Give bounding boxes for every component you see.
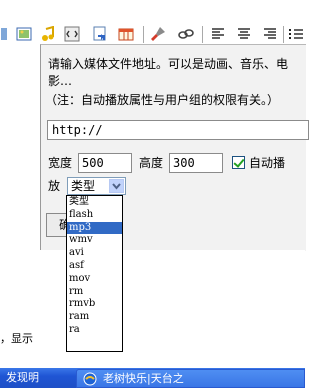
autoplay-label: 自动播 — [249, 156, 286, 170]
height-input[interactable]: 300 — [169, 153, 223, 173]
align-left-icon[interactable] — [210, 26, 226, 42]
media-prompt: 请输入媒体文件地址。可以是动画、音乐、电 — [48, 57, 289, 71]
media-type-select[interactable]: 类型 — [67, 177, 126, 195]
align-right-icon[interactable] — [262, 26, 278, 42]
taskbar-window-title: 老树快乐|天台之 — [103, 372, 184, 385]
page-text: ，显示 — [0, 332, 33, 345]
autoplay-checkbox[interactable] — [232, 156, 245, 169]
taskbar-label[interactable]: 发现明 — [6, 371, 39, 385]
dropdown-option[interactable]: ram — [67, 311, 122, 324]
dropdown-option-selected[interactable]: mp3 — [67, 221, 122, 235]
media-url-input[interactable]: http:// — [47, 120, 309, 140]
partial-icon[interactable] — [1, 26, 17, 42]
paint-icon[interactable] — [150, 26, 166, 42]
dropdown-option[interactable]: mov — [67, 273, 122, 286]
width-label: 宽度 — [48, 156, 73, 170]
autoplay-note: （注：自动播放属性与用户组的权限有关。） — [45, 93, 280, 107]
dropdown-option[interactable]: asf — [67, 260, 122, 273]
table-icon[interactable] — [118, 26, 134, 42]
toolbar-separator — [143, 26, 144, 43]
width-input[interactable]: 500 — [78, 153, 132, 173]
taskbar: 发现明 老树快乐|天台之 — [0, 368, 305, 388]
page-content — [0, 250, 305, 332]
editor-toolbar — [0, 0, 305, 45]
dropdown-option[interactable]: rm — [67, 286, 122, 299]
media-icon[interactable] — [92, 26, 108, 42]
dropdown-option[interactable]: 类型 — [67, 196, 122, 209]
taskbar-window-button[interactable]: 老树快乐|天台之 — [76, 369, 305, 388]
media-type-dropdown[interactable]: 类型 flash mp3 wmv avi asf mov rm rmvb ram… — [66, 195, 123, 352]
media-type-value: 类型 — [71, 179, 96, 193]
browser-icon — [83, 372, 97, 386]
dropdown-option[interactable]: rmvb — [67, 298, 122, 311]
image-icon[interactable] — [16, 26, 32, 42]
dropdown-option[interactable]: flash — [67, 209, 122, 222]
link-icon[interactable] — [178, 26, 194, 42]
flash-icon[interactable] — [64, 26, 80, 42]
list-icon[interactable] — [288, 26, 304, 42]
dropdown-option[interactable]: wmv — [67, 234, 122, 247]
chevron-down-icon[interactable] — [109, 179, 124, 193]
dropdown-option[interactable]: ra — [67, 324, 122, 337]
media-prompt-cont: 影… — [48, 74, 73, 88]
toolbar-separator — [202, 26, 203, 43]
music-note-icon[interactable] — [40, 26, 56, 42]
toolbar-separator — [283, 26, 284, 43]
autoplay-label-cont: 放 — [48, 179, 61, 193]
dropdown-option[interactable]: avi — [67, 247, 122, 260]
align-center-icon[interactable] — [236, 26, 252, 42]
height-label: 高度 — [139, 156, 164, 170]
